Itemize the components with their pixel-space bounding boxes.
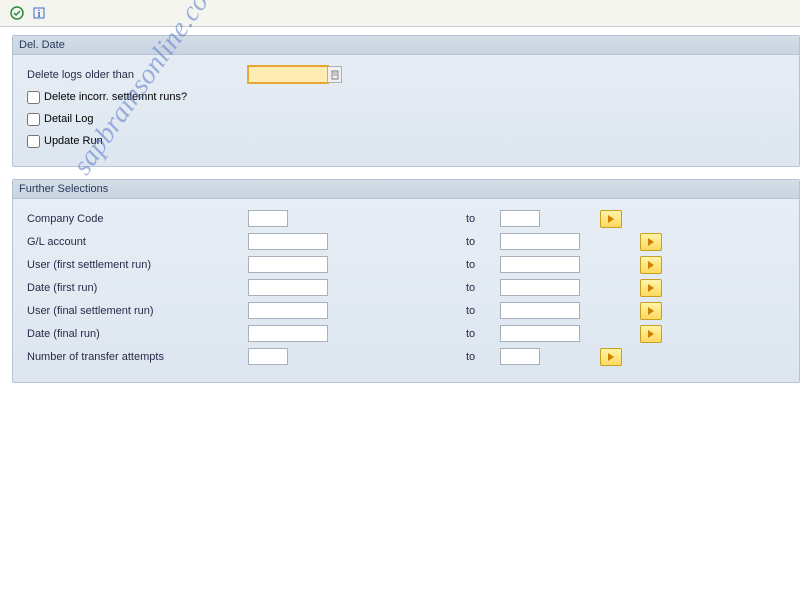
main-area: Del. Date Delete logs older than Delete …	[0, 27, 800, 383]
user-first-from[interactable]	[248, 256, 328, 273]
gl-account-label: G/L account	[23, 236, 248, 248]
delete-incorr-checkbox[interactable]	[27, 91, 40, 104]
row-date-first: Date (first run) to	[23, 276, 789, 299]
to-label: to	[460, 213, 500, 225]
multi-select-button[interactable]	[600, 210, 622, 228]
user-first-to[interactable]	[500, 256, 580, 273]
delete-older-label: Delete logs older than	[23, 69, 248, 81]
to-label: to	[460, 305, 500, 317]
to-label: to	[460, 236, 500, 248]
to-label: to	[460, 351, 500, 363]
to-label: to	[460, 328, 500, 340]
date-final-from[interactable]	[248, 325, 328, 342]
row-user-first: User (first settlement run) to	[23, 253, 789, 276]
multi-select-button[interactable]	[640, 302, 662, 320]
further-selections-panel: Further Selections Company Code to G/L a…	[12, 179, 800, 383]
del-date-header: Del. Date	[13, 36, 799, 55]
detail-log-checkbox[interactable]	[27, 113, 40, 126]
multi-select-button[interactable]	[600, 348, 622, 366]
date-first-from[interactable]	[248, 279, 328, 296]
delete-older-input[interactable]	[248, 66, 328, 83]
row-company-code: Company Code to	[23, 207, 789, 230]
arrow-right-icon	[648, 284, 654, 292]
detail-log-label: Detail Log	[44, 113, 94, 125]
arrow-right-icon	[648, 330, 654, 338]
multi-select-button[interactable]	[640, 279, 662, 297]
transfer-attempts-from[interactable]	[248, 348, 288, 365]
arrow-right-icon	[608, 353, 614, 361]
execute-icon[interactable]	[8, 4, 26, 22]
multi-select-button[interactable]	[640, 256, 662, 274]
transfer-attempts-to[interactable]	[500, 348, 540, 365]
svg-text:i: i	[38, 9, 41, 20]
company-code-from[interactable]	[248, 210, 288, 227]
user-final-label: User (final settlement run)	[23, 305, 248, 317]
update-run-label: Update Run	[44, 135, 103, 147]
row-user-final: User (final settlement run) to	[23, 299, 789, 322]
date-first-label: Date (first run)	[23, 282, 248, 294]
to-label: to	[460, 259, 500, 271]
delete-incorr-label: Delete incorr. settlemnt runs?	[44, 91, 187, 103]
further-selections-header: Further Selections	[13, 180, 799, 199]
del-date-panel: Del. Date Delete logs older than Delete …	[12, 35, 800, 167]
multi-select-button[interactable]	[640, 233, 662, 251]
search-help-icon[interactable]	[328, 66, 342, 83]
row-date-final: Date (final run) to	[23, 322, 789, 345]
gl-account-from[interactable]	[248, 233, 328, 250]
row-transfer-attempts: Number of transfer attempts to	[23, 345, 789, 368]
arrow-right-icon	[608, 215, 614, 223]
transfer-attempts-label: Number of transfer attempts	[23, 351, 248, 363]
user-final-from[interactable]	[248, 302, 328, 319]
multi-select-button[interactable]	[640, 325, 662, 343]
arrow-right-icon	[648, 307, 654, 315]
info-icon[interactable]: i	[30, 4, 48, 22]
update-run-checkbox[interactable]	[27, 135, 40, 148]
date-final-label: Date (final run)	[23, 328, 248, 340]
toolbar: i	[0, 0, 800, 27]
arrow-right-icon	[648, 238, 654, 246]
company-code-to[interactable]	[500, 210, 540, 227]
date-final-to[interactable]	[500, 325, 580, 342]
date-first-to[interactable]	[500, 279, 580, 296]
to-label: to	[460, 282, 500, 294]
user-first-label: User (first settlement run)	[23, 259, 248, 271]
gl-account-to[interactable]	[500, 233, 580, 250]
arrow-right-icon	[648, 261, 654, 269]
company-code-label: Company Code	[23, 213, 248, 225]
row-gl-account: G/L account to	[23, 230, 789, 253]
user-final-to[interactable]	[500, 302, 580, 319]
